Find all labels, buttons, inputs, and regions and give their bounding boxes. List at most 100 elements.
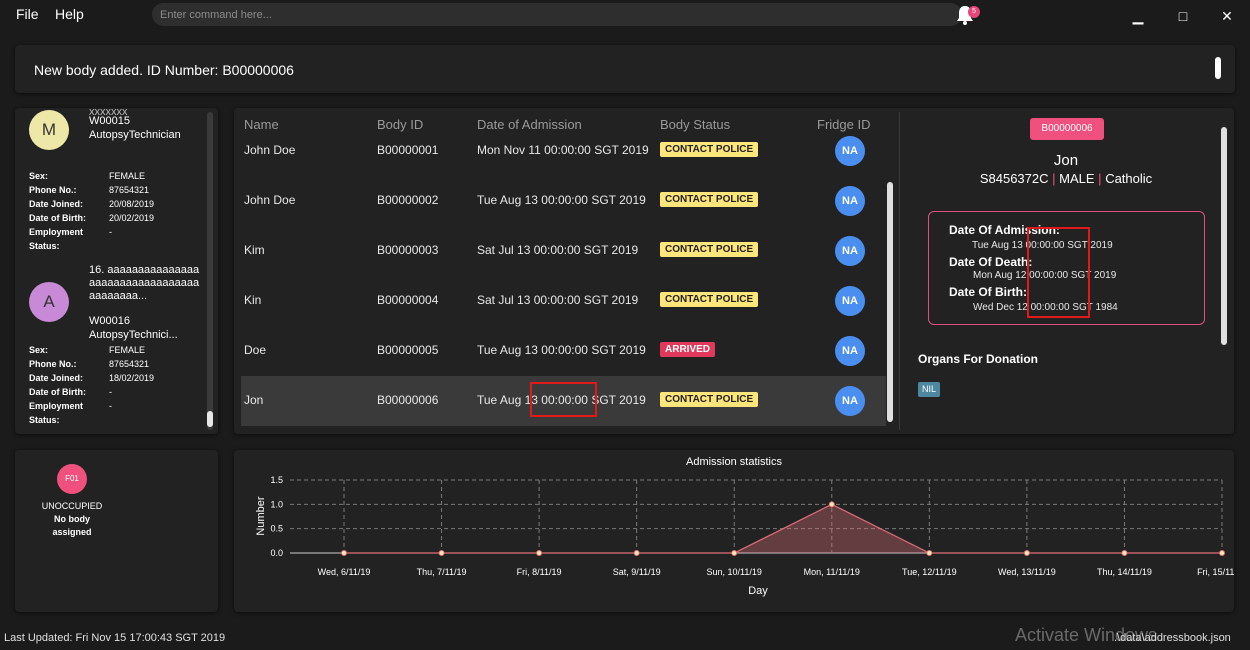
field-value: -: [109, 401, 112, 411]
worker-id: W00015: [89, 115, 130, 127]
cell-body-id: B00000002: [377, 193, 439, 207]
highlight-box: [530, 382, 597, 417]
data-point: [926, 550, 933, 556]
minimize-button[interactable]: ▁: [1130, 8, 1146, 24]
field-label: Status:: [29, 415, 60, 425]
fridge-icon[interactable]: F01: [57, 464, 87, 494]
table-scrollbar[interactable]: [887, 182, 893, 422]
detail-sex: MALE: [1059, 171, 1095, 186]
data-point: [1219, 550, 1225, 556]
worker-scrollbar[interactable]: [207, 411, 213, 427]
field-label: Employment: [29, 401, 84, 411]
detail-body-id: B00000006: [1030, 118, 1104, 140]
admission-chart: 0.0 0.5 1.0 1.5 Wed, 6/11/19 Thu, 7/11/19 Fri,…: [255, 475, 1234, 597]
x-tick-label: Wed, 13/11/19: [998, 567, 1056, 577]
cell-name: John Doe: [244, 143, 296, 157]
cell-body-id: B00000006: [377, 393, 439, 407]
separator: |: [1052, 171, 1056, 186]
fridge-status: UNOCCUPIED: [41, 501, 103, 511]
field-value: FEMALE: [109, 345, 146, 355]
field-value: -: [109, 387, 112, 397]
avatar: A: [29, 282, 69, 322]
data-point: [731, 550, 738, 556]
organs-label: Organs For Donation: [918, 352, 1038, 366]
field-value: 87654321: [109, 359, 150, 369]
field-label: Status:: [29, 241, 60, 251]
result-message: New body added. ID Number: B00000006: [34, 62, 294, 78]
data-point: [536, 550, 543, 556]
cell-body-id: B00000004: [377, 293, 439, 307]
field-label: Phone No.:: [29, 359, 77, 369]
result-scrollbar[interactable]: [1215, 57, 1221, 79]
cell-date: Tue Aug 13 00:00:00 SGT 2019: [477, 193, 646, 207]
cell-name: Jon: [244, 393, 264, 407]
menu-help[interactable]: Help: [55, 6, 84, 22]
maximize-button[interactable]: □: [1175, 8, 1191, 24]
cell-body-id: B00000003: [377, 243, 439, 257]
x-tick-label: Fri, 15/11/19: [1197, 567, 1234, 577]
status-badge: CONTACT POLICE: [660, 142, 759, 157]
field-label: Date Joined:: [29, 199, 84, 209]
status-badge: CONTACT POLICE: [660, 392, 759, 407]
worker-role: AutopsyTechnici...: [89, 329, 178, 341]
data-point: [438, 550, 445, 556]
status-badge: CONTACT POLICE: [660, 242, 759, 257]
avatar: M: [29, 110, 69, 150]
y-axis-label: Number: [255, 496, 267, 535]
status-badge: CONTACT POLICE: [660, 192, 759, 207]
x-tick-label: Tue, 12/11/19: [902, 567, 957, 577]
y-tick-label: 1.5: [270, 475, 283, 485]
worker-list-panel[interactable]: xxxxxxx M W00015 AutopsyTechnician Sex: …: [15, 108, 218, 434]
data-point: [633, 550, 640, 556]
x-tick-label: Wed, 6/11/19: [318, 567, 371, 577]
detail-name: Jon: [1053, 152, 1079, 169]
cell-body-id: B00000005: [377, 343, 439, 357]
data-point: [828, 501, 835, 508]
field-value: 20/08/2019: [109, 199, 155, 209]
field-value: FEMALE: [109, 171, 146, 181]
last-updated: Last Updated: Fri Nov 15 17:00:43 SGT 20…: [4, 632, 226, 644]
worker-scroll-track[interactable]: [207, 112, 213, 430]
command-input[interactable]: Enter command here...: [152, 3, 962, 26]
x-tick-label: Sun, 10/11/19: [707, 567, 762, 577]
fridge-id-badge: NA: [835, 336, 865, 366]
close-button[interactable]: ✕: [1219, 8, 1235, 24]
data-file-path: .\data\addressbook.json: [1114, 632, 1231, 644]
field-value: 87654321: [109, 185, 150, 195]
detail-nric: S8456372C: [979, 171, 1049, 186]
fridge-id-badge: NA: [835, 286, 865, 316]
organs-tag: NIL: [918, 382, 940, 397]
fridge-body-line2: assigned: [52, 527, 92, 537]
cell-date: Tue Aug 13 00:00:00 SGT 2019: [477, 343, 646, 357]
death-label: Date Of Death:: [949, 255, 1033, 269]
cell-body-id: B00000001: [377, 143, 439, 157]
data-point: [1023, 550, 1030, 556]
fridge-id-badge: NA: [835, 236, 865, 266]
data-point: [1121, 550, 1128, 556]
cell-name: Doe: [244, 343, 267, 357]
cell-name: Kim: [244, 243, 265, 257]
worker-id: W00016: [89, 315, 130, 327]
field-value: 20/02/2019: [109, 213, 155, 223]
fridge-body-line1: No body: [54, 514, 90, 524]
y-tick-label: 1.0: [270, 499, 283, 509]
fridge-id-badge: NA: [835, 136, 865, 166]
fridge-id-badge: NA: [835, 186, 865, 216]
x-tick-label: Thu, 14/11/19: [1097, 567, 1152, 577]
fridge-id-badge: NA: [835, 386, 865, 416]
cell-date: Mon Nov 11 00:00:00 SGT 2019: [477, 143, 649, 157]
x-tick-label: Fri, 8/11/19: [517, 567, 562, 577]
x-axis-label: Day: [748, 585, 768, 597]
field-label: Employment: [29, 227, 84, 237]
y-tick-label: 0.0: [270, 548, 283, 558]
x-tick-label: Thu, 7/11/19: [417, 567, 467, 577]
detail-religion: Catholic: [1105, 171, 1153, 186]
cell-date: Sat Jul 13 00:00:00 SGT 2019: [477, 243, 639, 257]
menu-file[interactable]: File: [16, 6, 39, 22]
separator: |: [1098, 171, 1102, 186]
field-label: Phone No.:: [29, 185, 77, 195]
status-badge: ARRIVED: [660, 342, 716, 357]
field-label: Date Joined:: [29, 373, 84, 383]
x-tick-label: Mon, 11/11/19: [804, 567, 860, 577]
detail-scrollbar[interactable]: [1221, 127, 1227, 345]
